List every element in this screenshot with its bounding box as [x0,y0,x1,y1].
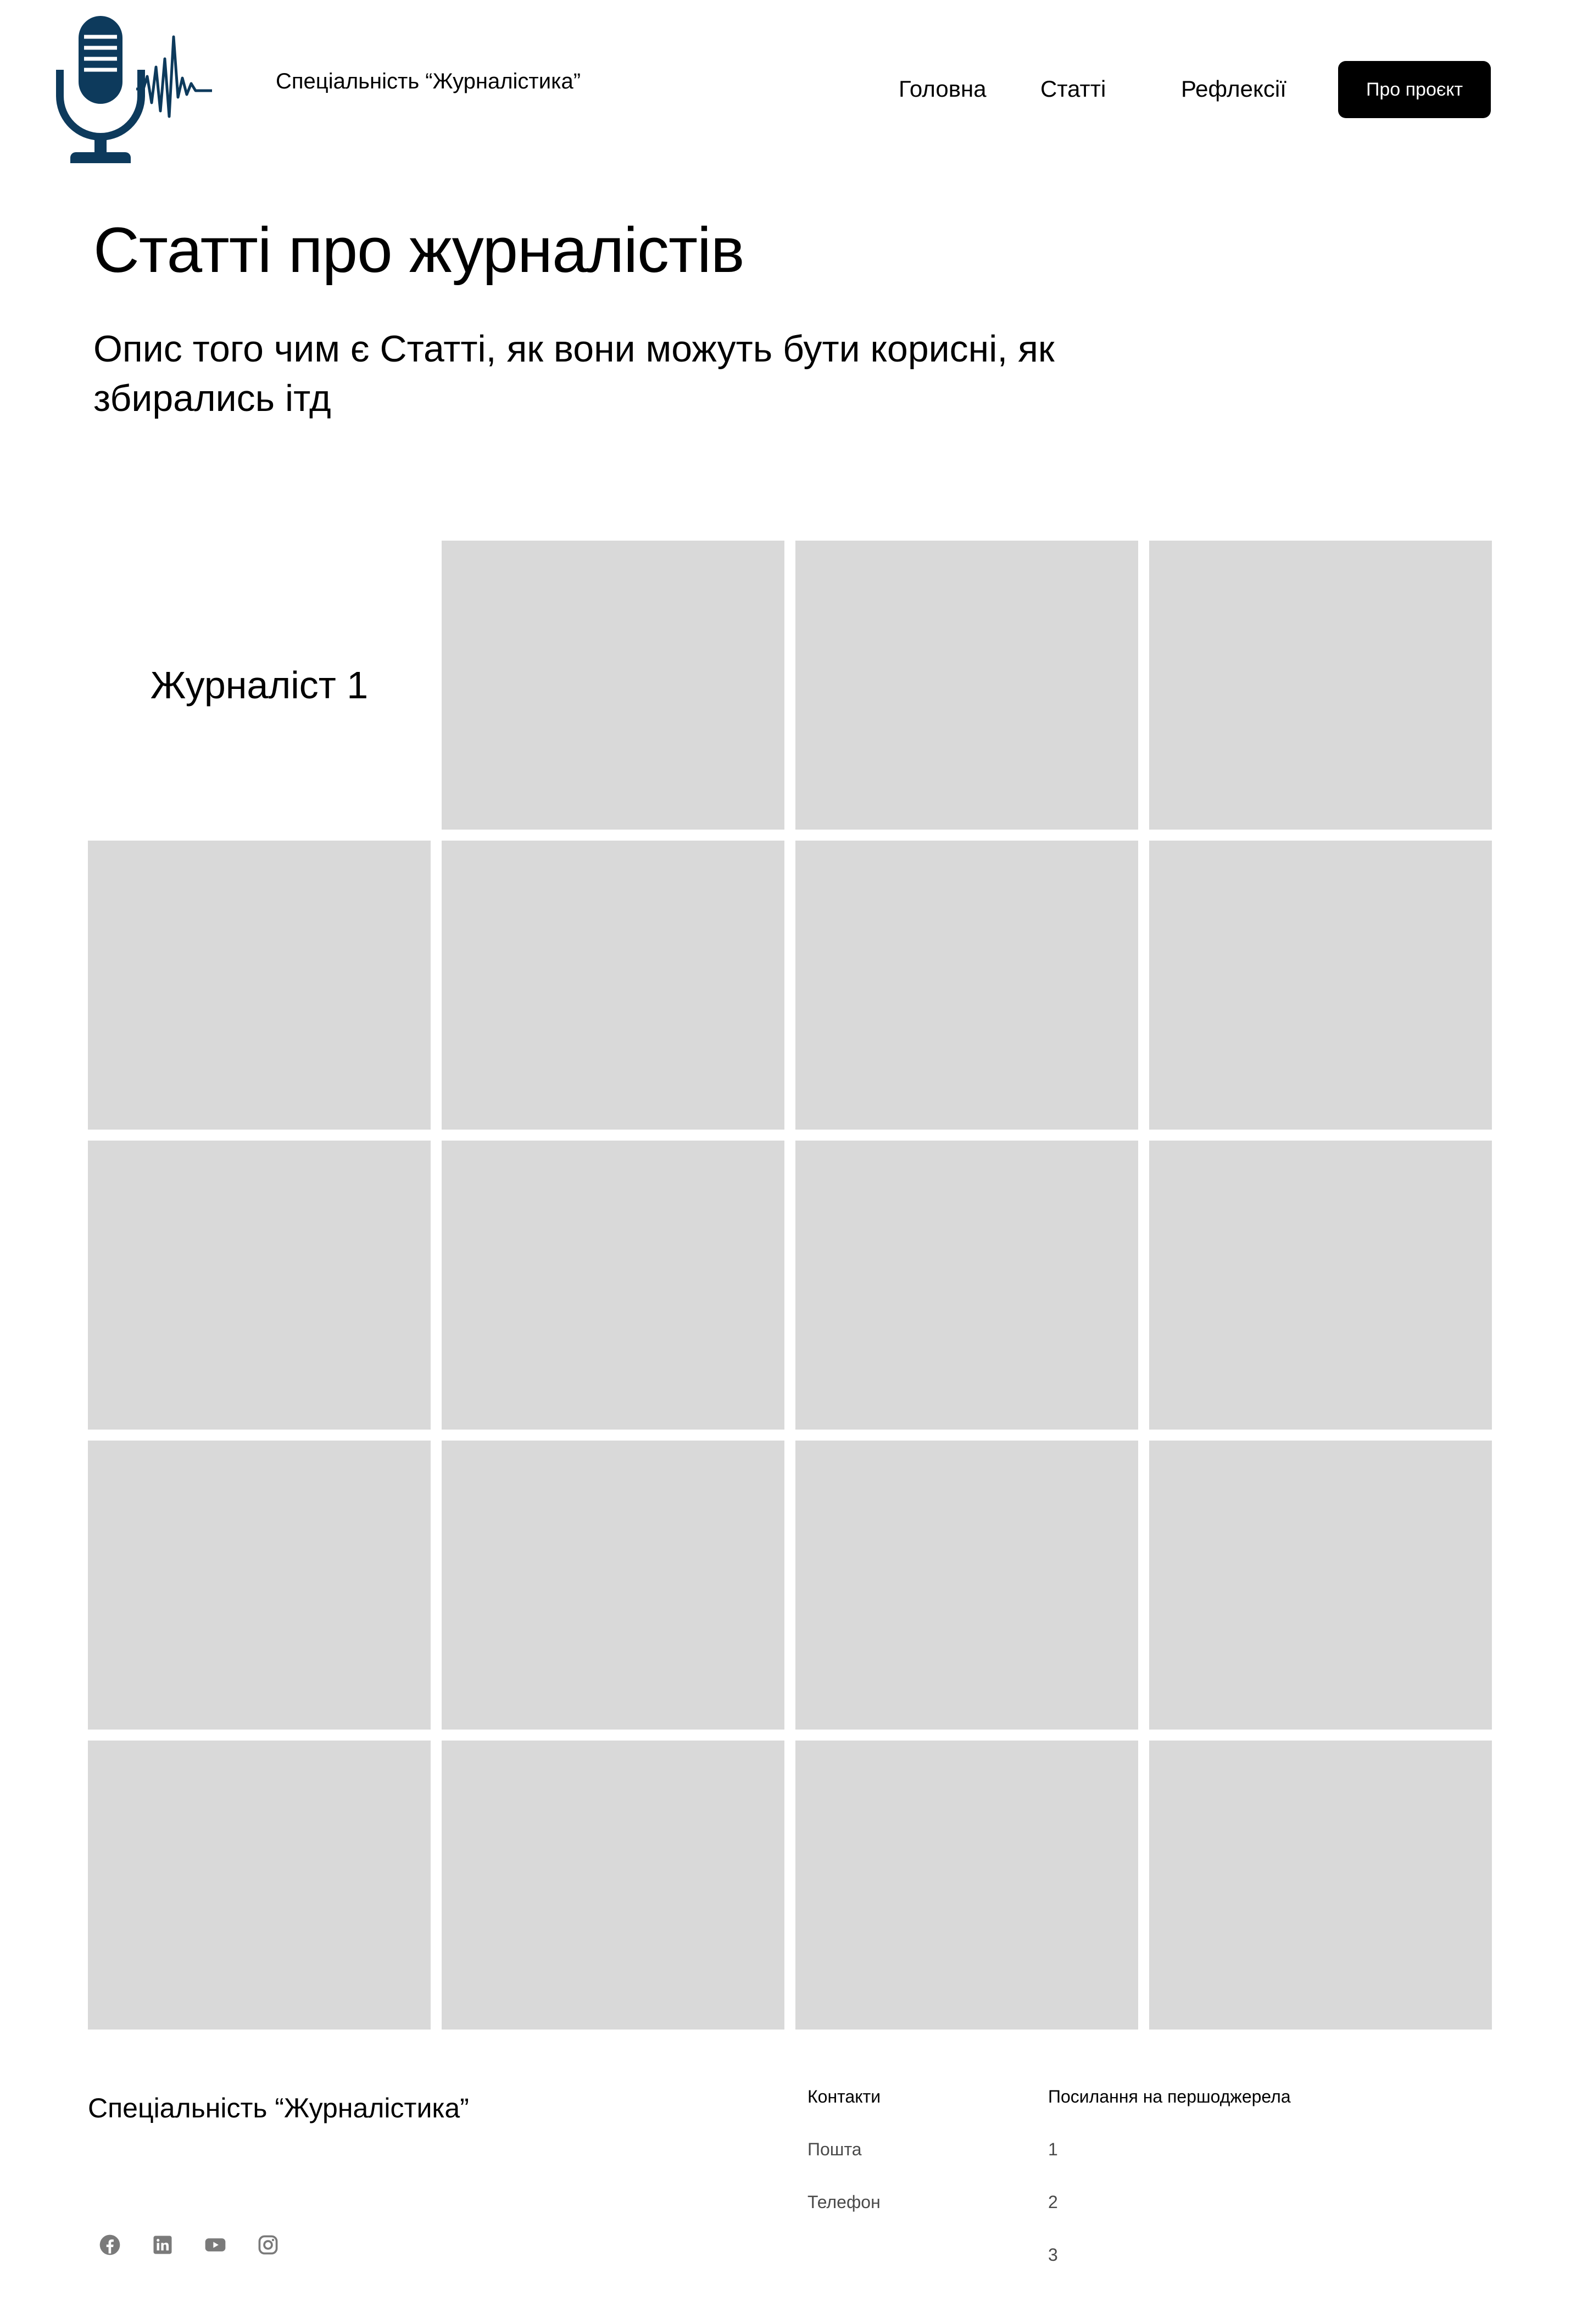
nav-articles-link[interactable]: Статті [1040,73,1106,105]
youtube-link[interactable] [203,2233,227,2257]
article-thumbnail[interactable] [442,1741,784,2030]
article-thumbnail[interactable] [442,1141,784,1430]
logo[interactable] [53,15,218,163]
footer-sources: Посилання на першоджерела 1 2 3 [1048,2082,1291,2269]
article-thumbnail[interactable] [1149,1441,1492,1730]
about-project-button[interactable]: Про проєкт [1338,61,1491,118]
footer-sources-heading: Посилання на першоджерела [1048,2087,1291,2106]
footer-source-link[interactable]: 1 [1048,2135,1291,2164]
footer-source-link[interactable]: 3 [1048,2240,1291,2269]
article-thumbnail[interactable] [795,1441,1138,1730]
footer-source-link[interactable]: 2 [1048,2188,1291,2216]
article-thumbnail[interactable] [88,841,431,1130]
facebook-icon [99,2234,120,2255]
article-thumbnail[interactable] [442,541,784,830]
footer-contacts: Контакти Пошта Телефон [807,2082,881,2216]
journalist-heading-cell: Журналіст 1 [88,541,431,830]
linkedin-link[interactable] [151,2233,175,2257]
article-thumbnail[interactable] [795,1741,1138,2030]
footer-contact-email[interactable]: Пошта [807,2135,881,2164]
footer-contact-phone[interactable]: Телефон [807,2188,881,2216]
article-thumbnail[interactable] [88,1741,431,2030]
article-thumbnail[interactable] [88,1141,431,1430]
page-title: Статті про журналістів [93,214,745,286]
footer-brand: Спеціальність “Журналістика” [88,2093,469,2123]
nav-home-link[interactable]: Головна [899,73,987,105]
article-thumbnail[interactable] [88,1441,431,1730]
facebook-link[interactable] [98,2233,122,2257]
brand-name[interactable]: Спеціальність “Журналістика” [276,65,581,98]
journalist-grid: Журналіст 1 [88,541,1492,2030]
nav-reflections-link[interactable]: Рефлексії [1181,73,1286,105]
page-description: Опис того чим є Статті, як вони можуть б… [93,328,1055,419]
article-thumbnail[interactable] [1149,1741,1492,2030]
microphone-waveform-icon [56,16,212,163]
social-links [98,2233,280,2257]
article-thumbnail[interactable] [442,841,784,1130]
article-thumbnail[interactable] [795,1141,1138,1430]
instagram-link[interactable] [256,2233,280,2257]
article-thumbnail[interactable] [1149,1141,1492,1430]
journalist-name: Журналіст 1 [150,664,369,707]
linkedin-icon [153,2236,172,2254]
instagram-icon [258,2235,278,2255]
article-thumbnail[interactable] [1149,541,1492,830]
footer-contacts-heading: Контакти [807,2087,881,2106]
article-thumbnail[interactable] [795,841,1138,1130]
article-thumbnail[interactable] [795,541,1138,830]
about-project-label: Про проєкт [1366,79,1463,100]
article-thumbnail[interactable] [1149,841,1492,1130]
article-thumbnail[interactable] [442,1441,784,1730]
youtube-icon [205,2238,226,2251]
